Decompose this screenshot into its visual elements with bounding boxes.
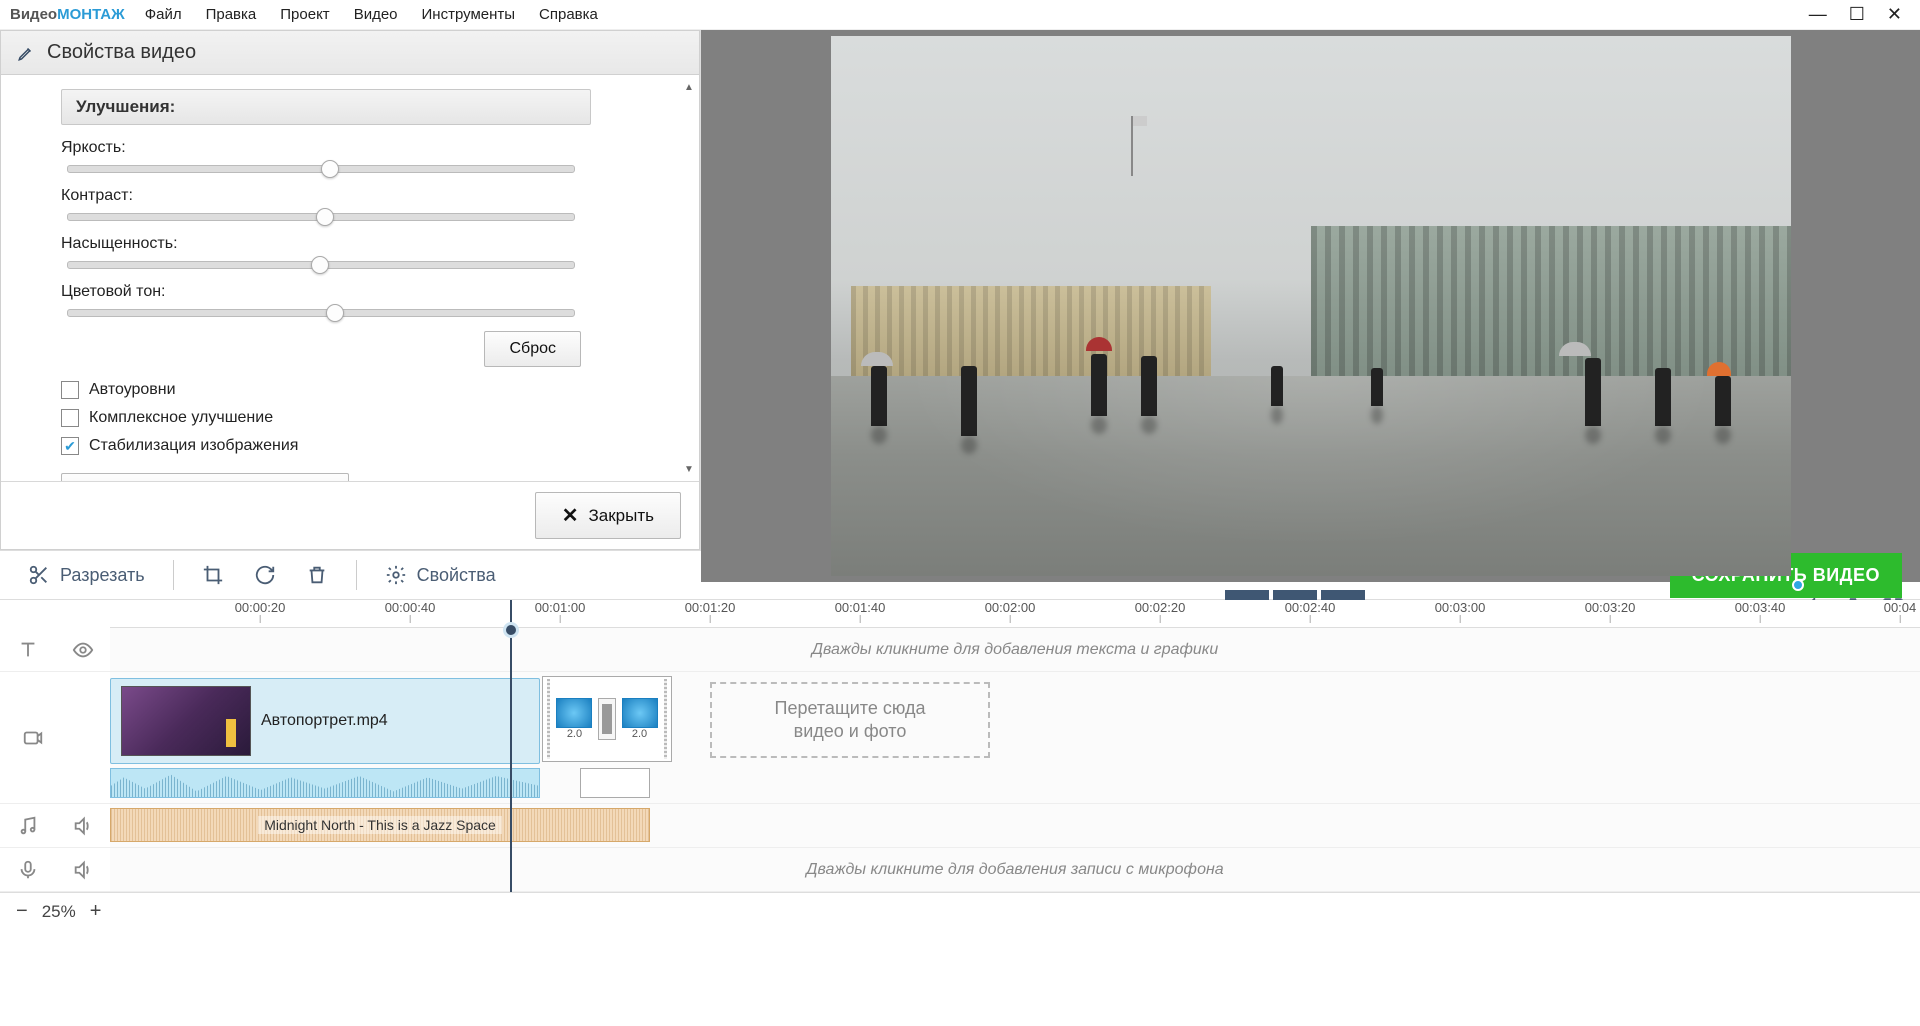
ruler-tick: 00:03:20 <box>1585 600 1636 615</box>
text-track-icon <box>17 639 39 661</box>
music-track-icon <box>17 815 39 837</box>
brightness-label: Яркость: <box>61 139 581 157</box>
time-ruler[interactable]: 00:00:20 00:00:40 00:01:00 00:01:20 00:0… <box>110 600 1920 628</box>
video-dropzone[interactable]: Перетащите сюда видео и фото <box>710 682 990 758</box>
brightness-slider[interactable] <box>67 165 575 173</box>
cut-button[interactable]: Разрезать <box>18 558 155 592</box>
complex-enhance-label: Комплексное улучшение <box>89 409 273 427</box>
rotate-button[interactable] <box>244 558 286 592</box>
menu-project[interactable]: Проект <box>280 6 329 23</box>
video-audio-wave-2[interactable] <box>580 768 650 798</box>
crop-button[interactable] <box>192 558 234 592</box>
menu-edit[interactable]: Правка <box>206 6 257 23</box>
ruler-tick: 00:01:40 <box>835 600 886 615</box>
text-track[interactable]: Дважды кликните для добавления текста и … <box>110 628 1920 671</box>
window-close-icon[interactable]: ✕ <box>1887 4 1902 25</box>
speaker-icon[interactable] <box>72 859 94 881</box>
saturation-label: Насыщенность: <box>61 235 581 253</box>
panel-title: Свойства видео <box>1 31 699 75</box>
delete-button[interactable] <box>296 558 338 592</box>
ruler-tick: 00:03:00 <box>1435 600 1486 615</box>
menu-help[interactable]: Справка <box>539 6 598 23</box>
pencil-icon <box>17 44 35 62</box>
ruler-tick: 00:01:00 <box>535 600 586 615</box>
timeline: 00:00:20 00:00:40 00:01:00 00:01:20 00:0… <box>0 600 1920 892</box>
stabilization-checkbox[interactable]: ✔ <box>61 437 79 455</box>
audio-clip[interactable]: Midnight North - This is a Jazz Space <box>110 808 650 842</box>
ruler-tick: 00:00:40 <box>385 600 436 615</box>
transition-clip[interactable]: 2.0 2.0 <box>542 676 672 762</box>
window-maximize-icon[interactable]: ☐ <box>1849 4 1865 25</box>
close-icon: ✕ <box>562 503 579 528</box>
curves-button[interactable]: Коррекция с помощью кривых <box>61 473 349 481</box>
eye-icon[interactable] <box>72 639 94 661</box>
window-minimize-icon[interactable]: — <box>1809 4 1827 25</box>
ruler-tick: 00:02:20 <box>1135 600 1186 615</box>
contrast-label: Контраст: <box>61 187 581 205</box>
video-preview <box>701 30 1920 582</box>
mic-track-icon <box>17 859 39 881</box>
enhancements-section: Улучшения: <box>61 89 591 125</box>
video-audio-wave[interactable] <box>110 768 540 798</box>
close-panel-button[interactable]: ✕ Закрыть <box>535 492 681 539</box>
autolevels-checkbox[interactable] <box>61 381 79 399</box>
ruler-tick: 00:01:20 <box>685 600 736 615</box>
mic-track-hint: Дважды кликните для добавления записи с … <box>806 861 1223 879</box>
rotate-icon <box>254 564 276 586</box>
video-clip-1[interactable]: Автопортрет.mp4 <box>110 678 540 764</box>
ruler-tick: 00:02:40 <box>1285 600 1336 615</box>
menu-tools[interactable]: Инструменты <box>422 6 516 23</box>
contrast-slider[interactable] <box>67 213 575 221</box>
hue-slider[interactable] <box>67 309 575 317</box>
menu-file[interactable]: Файл <box>145 6 182 23</box>
scroll-down-icon[interactable]: ▼ <box>683 463 695 475</box>
ruler-tick: 00:04 <box>1884 600 1917 615</box>
clip-label: Автопортрет.mp4 <box>261 712 388 730</box>
music-track[interactable]: Midnight North - This is a Jazz Space <box>110 804 1920 847</box>
audio-clip-label: Midnight North - This is a Jazz Space <box>258 816 502 834</box>
zoom-level: 25% <box>42 902 76 922</box>
ruler-tick: 00:03:40 <box>1735 600 1786 615</box>
zoom-in-button[interactable]: + <box>90 900 102 923</box>
hue-label: Цветовой тон: <box>61 283 581 301</box>
reset-button[interactable]: Сброс <box>484 331 581 367</box>
video-track-icon <box>22 727 44 749</box>
ruler-tick: 00:00:20 <box>235 600 286 615</box>
gear-icon <box>385 564 407 586</box>
video-track[interactable]: Автопортрет.mp4 2.0 2.0 Перетащите сюда … <box>110 672 1920 803</box>
trash-icon <box>306 564 328 586</box>
saturation-slider[interactable] <box>67 261 575 269</box>
properties-button[interactable]: Свойства <box>375 558 506 592</box>
scissors-icon <box>28 564 50 586</box>
panel-scrollbar[interactable]: ▲ ▼ <box>683 81 695 475</box>
speaker-icon[interactable] <box>72 815 94 837</box>
mic-track[interactable]: Дважды кликните для добавления записи с … <box>110 848 1920 891</box>
stabilization-label: Стабилизация изображения <box>89 437 298 455</box>
crop-icon <box>202 564 224 586</box>
main-menu: Файл Правка Проект Видео Инструменты Спр… <box>145 6 1809 23</box>
autolevels-label: Автоуровни <box>89 381 176 399</box>
text-track-hint: Дважды кликните для добавления текста и … <box>812 641 1218 659</box>
zoom-out-button[interactable]: − <box>16 900 28 923</box>
scroll-up-icon[interactable]: ▲ <box>683 81 695 93</box>
ruler-tick: 00:02:00 <box>985 600 1036 615</box>
clip-thumbnail <box>121 686 251 756</box>
playhead[interactable] <box>510 600 512 892</box>
menu-video[interactable]: Видео <box>354 6 398 23</box>
complex-enhance-checkbox[interactable] <box>61 409 79 427</box>
properties-panel: Свойства видео ▲ ▼ Улучшения: Яркость: К… <box>0 30 700 550</box>
app-logo: ВидеоМОНТАЖ <box>10 6 125 23</box>
